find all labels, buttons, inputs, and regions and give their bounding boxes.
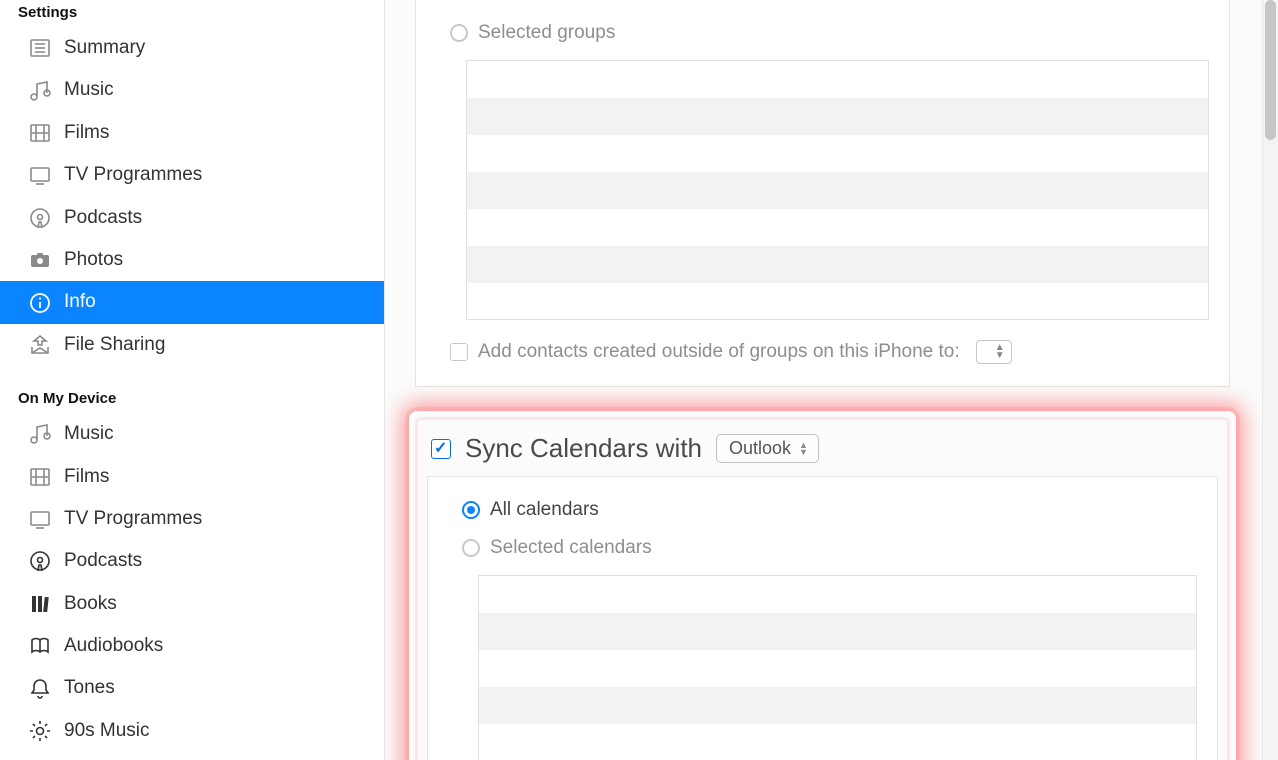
sidebar-item-summary[interactable]: Summary (0, 27, 384, 69)
sidebar-item-device-90s[interactable]: 90s Music (0, 710, 384, 752)
radio-selected-groups[interactable]: Selected groups (436, 18, 1209, 56)
podcasts-icon (28, 549, 52, 573)
sidebar-item-device-podcasts[interactable]: Podcasts (0, 540, 384, 582)
sidebar-item-label: Podcasts (64, 203, 142, 233)
music-icon (28, 79, 52, 103)
radio-label: Selected groups (478, 22, 615, 44)
gear-icon (28, 719, 52, 743)
podcasts-icon (28, 206, 52, 230)
sidebar-item-label: Music (64, 419, 114, 449)
sidebar-item-label: Films (64, 118, 109, 148)
summary-icon (28, 36, 52, 60)
sidebar-item-device-films[interactable]: Films (0, 456, 384, 498)
sidebar-item-label: Audiobooks (64, 631, 163, 661)
add-outside-row: Add contacts created outside of groups o… (436, 334, 1209, 364)
sidebar-item-music[interactable]: Music (0, 69, 384, 111)
sidebar-item-label: Podcasts (64, 546, 142, 576)
settings-header: Settings (0, 0, 384, 27)
calendars-listbox[interactable] (478, 575, 1197, 760)
sidebar-item-label: Films (64, 462, 109, 492)
tones-icon (28, 677, 52, 701)
checkbox-icon[interactable] (450, 343, 468, 361)
sync-calendars-checkbox[interactable] (431, 439, 451, 459)
device-header: On My Device (0, 386, 384, 413)
sidebar-item-photos[interactable]: Photos (0, 239, 384, 281)
films-icon (28, 121, 52, 145)
scrollbar[interactable] (1262, 0, 1278, 760)
films-icon (28, 465, 52, 489)
sidebar-item-label: File Sharing (64, 330, 165, 360)
sidebar-item-device-audiobooks[interactable]: Audiobooks (0, 625, 384, 667)
calendars-title-row: Sync Calendars with Outlook ▲▼ (427, 429, 1218, 476)
select-value: Outlook (729, 438, 791, 459)
add-outside-select[interactable]: ▲▼ (976, 340, 1012, 364)
calendars-panel: All calendars Selected calendars (427, 476, 1218, 760)
radio-label: All calendars (490, 499, 599, 521)
sidebar-item-label: TV Programmes (64, 160, 202, 190)
sidebar-item-info[interactable]: Info (0, 281, 384, 323)
radio-all-calendars[interactable]: All calendars (448, 495, 1197, 533)
info-icon (28, 291, 52, 315)
scroll-area: Selected groups Add contacts created out… (385, 0, 1260, 760)
sidebar-item-device-classical[interactable]: Classical Music (0, 752, 384, 760)
sidebar-item-device-books[interactable]: Books (0, 583, 384, 625)
sidebar-item-label: Summary (64, 33, 145, 63)
calendars-section: Sync Calendars with Outlook ▲▼ All calen… (415, 417, 1230, 760)
photos-icon (28, 248, 52, 272)
contacts-panel: Selected groups Add contacts created out… (415, 0, 1230, 387)
sidebar-item-podcasts[interactable]: Podcasts (0, 197, 384, 239)
tv-icon (28, 507, 52, 531)
calendars-title: Sync Calendars with (465, 433, 702, 464)
sidebar-item-device-music[interactable]: Music (0, 413, 384, 455)
radio-label: Selected calendars (490, 537, 652, 559)
audiobooks-icon (28, 634, 52, 658)
filesharing-icon (28, 333, 52, 357)
sidebar-item-device-tones[interactable]: Tones (0, 667, 384, 709)
updown-icon: ▲▼ (799, 442, 808, 456)
books-icon (28, 592, 52, 616)
sidebar-item-device-tv[interactable]: TV Programmes (0, 498, 384, 540)
music-icon (28, 422, 52, 446)
radio-icon (462, 539, 480, 557)
sidebar-item-label: Music (64, 75, 114, 105)
sidebar-item-label: 90s Music (64, 716, 150, 746)
sidebar-item-label: Photos (64, 245, 123, 275)
sidebar-item-label: Tones (64, 673, 115, 703)
updown-icon: ▲▼ (995, 344, 1005, 360)
add-outside-label: Add contacts created outside of groups o… (478, 341, 960, 363)
tv-icon (28, 163, 52, 187)
radio-icon (450, 24, 468, 42)
groups-listbox[interactable] (466, 60, 1209, 320)
sidebar-item-films[interactable]: Films (0, 112, 384, 154)
scrollbar-thumb[interactable] (1265, 0, 1276, 140)
calendars-app-select[interactable]: Outlook ▲▼ (716, 434, 819, 463)
radio-selected-calendars[interactable]: Selected calendars (448, 533, 1197, 571)
sidebar-item-tv[interactable]: TV Programmes (0, 154, 384, 196)
radio-icon (462, 501, 480, 519)
sidebar: Settings Summary Music Films TV Programm… (0, 0, 385, 760)
sidebar-item-label: Books (64, 589, 117, 619)
main-pane: Selected groups Add contacts created out… (385, 0, 1278, 760)
sidebar-item-label: Info (64, 287, 96, 317)
sidebar-item-label: TV Programmes (64, 504, 202, 534)
sidebar-item-file-sharing[interactable]: File Sharing (0, 324, 384, 366)
